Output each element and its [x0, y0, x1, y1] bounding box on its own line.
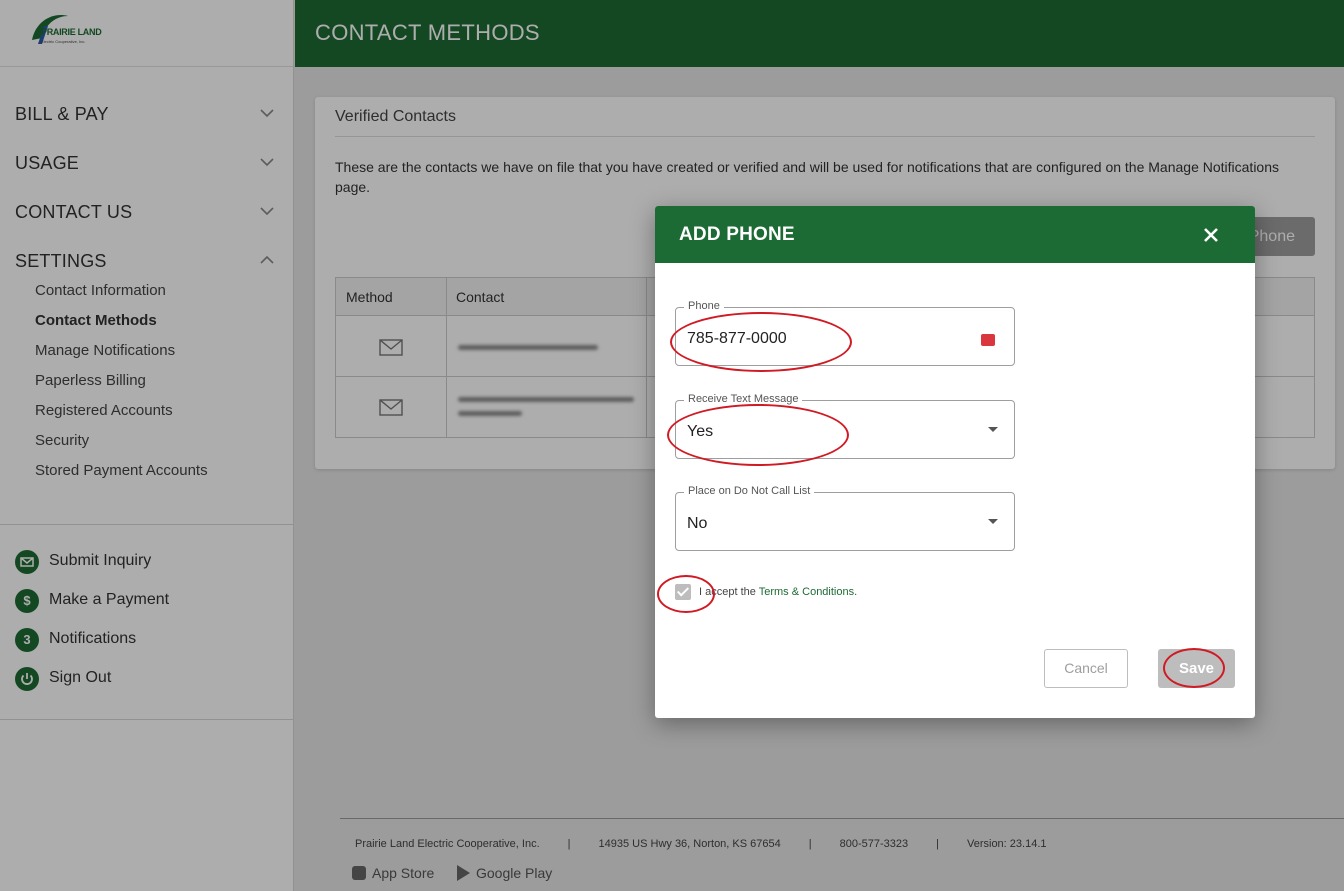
receive-text-value: Yes — [687, 423, 714, 440]
terms-text: I accept the Terms & Conditions. — [699, 586, 857, 598]
terms-link[interactable]: Terms & Conditions — [759, 586, 854, 598]
terms-checkbox[interactable] — [675, 584, 691, 600]
dropdown-arrow-icon — [988, 427, 998, 432]
phone-field-label: Phone — [684, 300, 724, 312]
receive-text-select[interactable]: Receive Text Message Yes — [675, 393, 1015, 459]
dropdown-arrow-icon — [988, 519, 998, 524]
terms-suffix: . — [854, 586, 858, 598]
add-phone-dialog: ADD PHONE Phone 785-877-0000 Receive Tex… — [655, 206, 1255, 718]
close-icon[interactable] — [1199, 223, 1223, 247]
do-not-call-select[interactable]: Place on Do Not Call List No — [675, 485, 1015, 551]
cancel-button[interactable]: Cancel — [1044, 649, 1128, 688]
phone-input[interactable]: 785-877-0000 — [687, 330, 787, 348]
phone-format-icon — [981, 330, 995, 346]
do-not-call-value: No — [687, 515, 708, 532]
do-not-call-label: Place on Do Not Call List — [684, 485, 815, 497]
receive-text-label: Receive Text Message — [684, 393, 803, 405]
phone-field[interactable]: Phone 785-877-0000 — [675, 300, 1015, 366]
dialog-title: ADD PHONE — [679, 224, 795, 245]
dialog-header: ADD PHONE — [655, 206, 1255, 263]
terms-prefix: I accept the — [699, 586, 759, 598]
save-button[interactable]: Save — [1158, 649, 1235, 688]
